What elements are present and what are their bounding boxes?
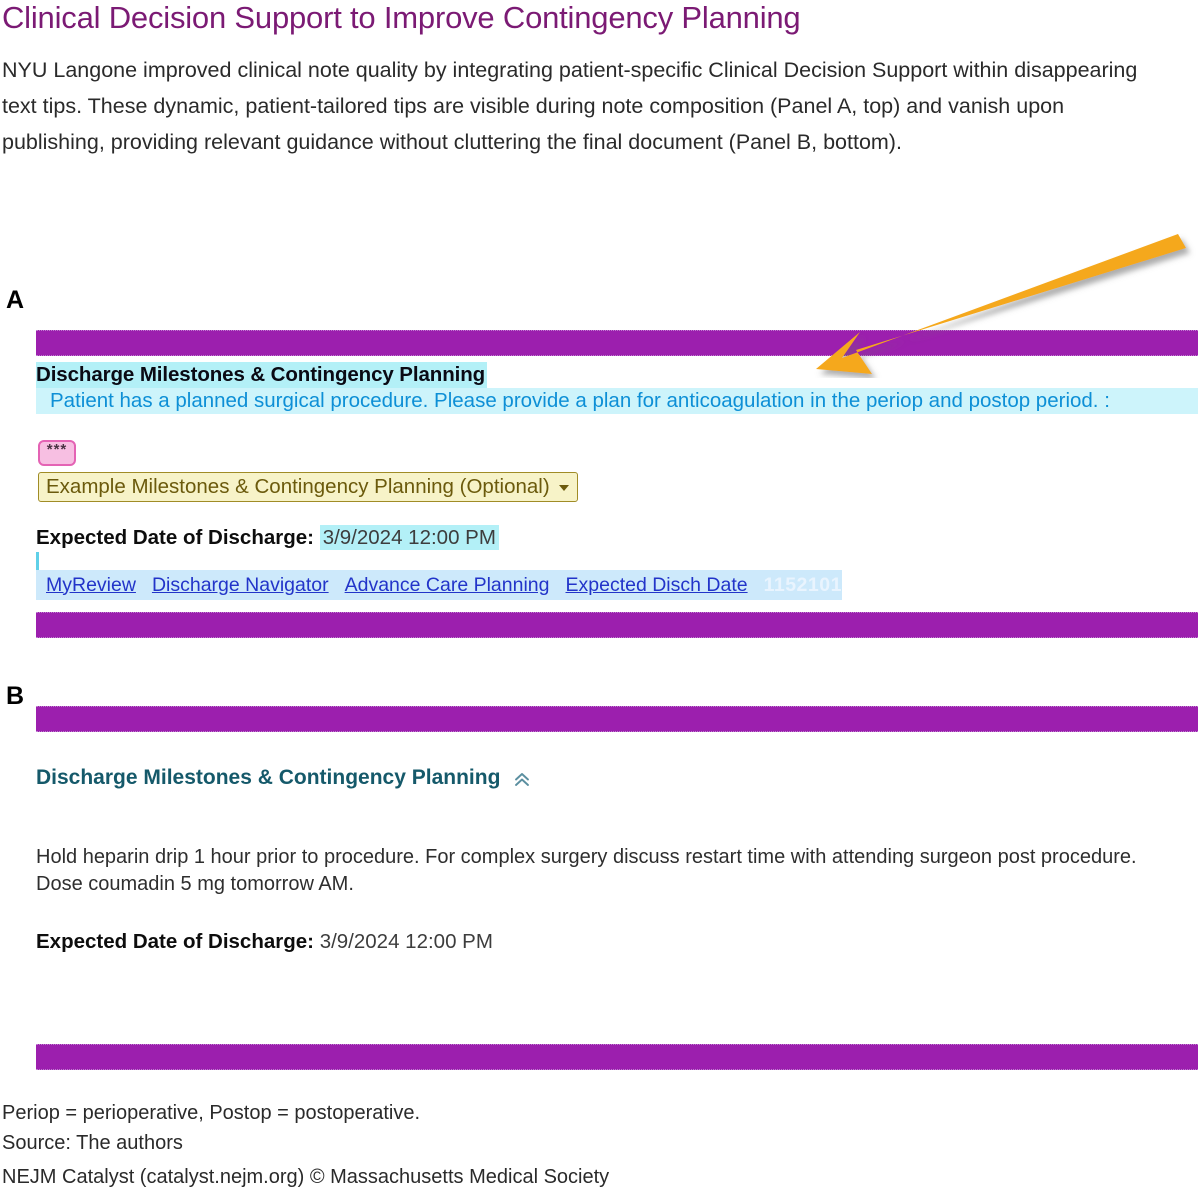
panel-a-section-heading: Discharge Milestones & Contingency Plann…: [36, 362, 488, 388]
faint-record-id: 1152101: [763, 573, 842, 596]
footer-abbreviations: Periop = perioperative, Postop = postope…: [2, 1102, 421, 1124]
panel-a-expected-discharge-value: 3/9/2024 12:00 PM: [319, 525, 499, 550]
chevron-up-icon[interactable]: [513, 771, 531, 789]
example-milestones-dropdown[interactable]: Example Milestones & Contingency Plannin…: [38, 472, 578, 502]
placeholder-token[interactable]: ***: [38, 440, 76, 466]
link-expected-disch-date[interactable]: Expected Disch Date: [566, 574, 748, 597]
text-cursor: [36, 552, 39, 570]
panel-b-screenshot: Discharge Milestones & Contingency Plann…: [36, 706, 1198, 1070]
panel-a-expected-discharge-label: Expected Date of Discharge:: [36, 526, 314, 549]
panel-b-section-heading: Discharge Milestones & Contingency Plann…: [36, 766, 501, 789]
link-advance-care-planning[interactable]: Advance Care Planning: [345, 574, 550, 597]
footer-credit: NEJM Catalyst (catalyst.nejm.org) © Mass…: [2, 1166, 610, 1188]
smartlink-row: MyReview Discharge Navigator Advance Car…: [36, 570, 842, 600]
panel-b-expected-discharge-label: Expected Date of Discharge:: [36, 930, 314, 953]
page-title: Clinical Decision Support to Improve Con…: [2, 0, 801, 35]
link-discharge-navigator[interactable]: Discharge Navigator: [152, 574, 329, 597]
panel-b-label: B: [6, 682, 25, 710]
panel-b-section-heading-row[interactable]: Discharge Milestones & Contingency Plann…: [36, 766, 531, 790]
cds-tip-banner: Patient has a planned surgical procedure…: [36, 388, 1198, 414]
page-description: NYU Langone improved clinical note quali…: [2, 58, 1138, 154]
panel-b-bottom-redaction-bar: [36, 1044, 1198, 1070]
panel-a-label: A: [6, 286, 25, 314]
footer-source: Source: The authors: [2, 1132, 183, 1154]
cds-tip-text: Patient has a planned surgical procedure…: [50, 389, 1110, 412]
chevron-down-icon: [558, 485, 569, 491]
panel-b-expected-discharge-row: Expected Date of Discharge: 3/9/2024 12:…: [36, 930, 493, 954]
panel-a-expected-discharge-row: Expected Date of Discharge: 3/9/2024 12:…: [36, 525, 499, 550]
panel-b-top-redaction-bar: [36, 706, 1198, 732]
panel-a-screenshot: Discharge Milestones & Contingency Plann…: [36, 330, 1198, 638]
example-milestones-dropdown-label: Example Milestones & Contingency Plannin…: [46, 475, 550, 498]
panel-b-body-text: Hold heparin drip 1 hour prior to proced…: [36, 846, 1137, 895]
panel-b-expected-discharge-value: 3/9/2024 12:00 PM: [319, 930, 493, 953]
link-myreview[interactable]: MyReview: [46, 574, 136, 597]
panel-a-bottom-redaction-bar: [36, 612, 1198, 638]
panel-a-top-redaction-bar: [36, 330, 1198, 356]
